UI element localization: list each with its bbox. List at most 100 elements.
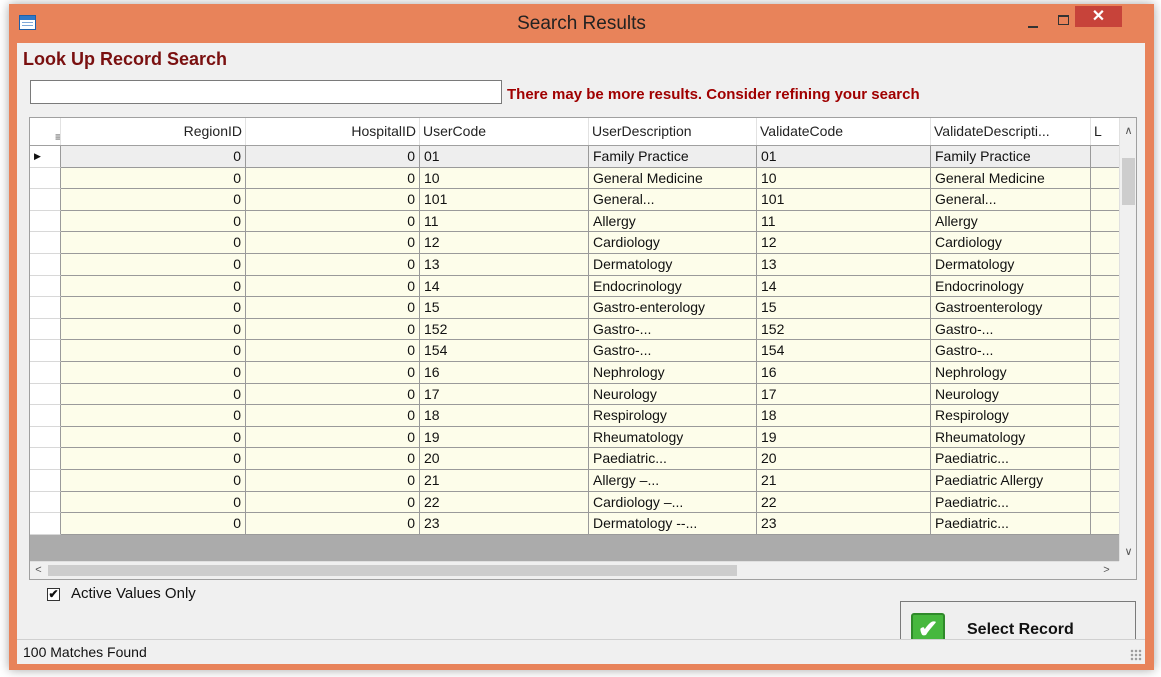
cell-userdescription[interactable]: Respirology [589,405,757,427]
cell-validatedescription[interactable]: Respirology [931,405,1091,427]
table-row[interactable]: 0 0 18 Respirology 18 Respirology [30,405,1119,427]
cell-validatedescription[interactable]: General... [931,189,1091,211]
cell-usercode[interactable]: 01 [420,146,589,168]
cell-validatecode[interactable]: 17 [757,383,931,406]
cell-usercode[interactable]: 16 [420,362,589,384]
cell-userdescription[interactable]: Paediatric... [589,448,757,470]
cell-userdescription[interactable]: Family Practice [589,146,757,168]
cell-regionid[interactable]: 0 [61,383,246,406]
cell-validatecode[interactable]: 154 [757,340,931,362]
cell-userdescription[interactable]: Nephrology [589,362,757,384]
results-grid[interactable]: ≡ RegionID HospitalID UserCode UserDescr… [29,117,1137,580]
cell-regionid[interactable]: 0 [61,146,246,168]
table-row[interactable]: 0 0 11 Allergy 11 Allergy [30,210,1119,233]
maximize-icon[interactable] [1049,10,1077,32]
cell-userdescription[interactable]: Allergy [589,210,757,233]
cell-l[interactable] [1091,319,1119,341]
column-header-l[interactable]: L [1091,118,1119,145]
resize-grip-icon[interactable] [1130,649,1142,661]
cell-regionid[interactable]: 0 [61,210,246,233]
cell-l[interactable] [1091,276,1119,298]
cell-usercode[interactable]: 14 [420,275,589,298]
table-row[interactable]: 0 0 10 General Medicine 10 General Medicine [30,167,1119,190]
cell-l[interactable] [1091,211,1119,233]
cell-hospitalid[interactable]: 0 [246,470,420,492]
row-header[interactable] [30,513,61,535]
cell-usercode[interactable]: 20 [420,448,589,470]
cell-l[interactable] [1091,492,1119,514]
cell-validatedescription[interactable]: Gastro-... [931,318,1091,341]
cell-hospitalid[interactable]: 0 [246,167,420,190]
column-header-userdescription[interactable]: UserDescription [589,118,757,145]
active-values-label[interactable]: Active Values Only [71,585,196,602]
cell-regionid[interactable]: 0 [61,167,246,190]
cell-regionid[interactable]: 0 [61,491,246,514]
cell-userdescription[interactable]: General... [589,189,757,211]
cell-l[interactable] [1091,448,1119,470]
cell-usercode[interactable]: 17 [420,383,589,406]
cell-validatedescription[interactable]: Gastro-... [931,340,1091,362]
cell-validatecode[interactable]: 23 [757,513,931,535]
cell-usercode[interactable]: 11 [420,210,589,233]
cell-usercode[interactable]: 10 [420,167,589,190]
cell-regionid[interactable]: 0 [61,318,246,341]
cell-userdescription[interactable]: Allergy –... [589,470,757,492]
cell-usercode[interactable]: 21 [420,470,589,492]
cell-l[interactable] [1091,405,1119,427]
table-row[interactable]: 0 0 152 Gastro-... 152 Gastro-... [30,318,1119,341]
table-row[interactable]: 0 0 154 Gastro-... 154 Gastro-... [30,340,1119,362]
cell-validatecode[interactable]: 21 [757,470,931,492]
cell-validatecode[interactable]: 10 [757,167,931,190]
cell-l[interactable] [1091,340,1119,362]
column-header-validatecode[interactable]: ValidateCode [757,118,931,145]
cell-userdescription[interactable]: Cardiology [589,232,757,254]
active-values-checkbox[interactable]: ✔ [47,588,60,601]
scroll-down-icon[interactable]: ∨ [1120,545,1136,558]
row-header[interactable] [30,340,61,362]
cell-validatecode[interactable]: 101 [757,189,931,211]
row-header[interactable] [30,254,61,276]
cell-hospitalid[interactable]: 0 [246,254,420,276]
cell-hospitalid[interactable]: 0 [246,297,420,319]
cell-l[interactable] [1091,384,1119,406]
vertical-scroll-thumb[interactable] [1122,158,1135,205]
cell-regionid[interactable]: 0 [61,189,246,211]
cell-hospitalid[interactable]: 0 [246,491,420,514]
cell-usercode[interactable]: 152 [420,318,589,341]
cell-validatedescription[interactable]: Paediatric... [931,513,1091,535]
search-input[interactable] [30,80,502,104]
cell-usercode[interactable]: 23 [420,513,589,535]
cell-userdescription[interactable]: Rheumatology [589,426,757,449]
cell-regionid[interactable]: 0 [61,448,246,470]
table-row[interactable]: 0 0 14 Endocrinology 14 Endocrinology [30,275,1119,298]
row-header[interactable] [30,318,61,341]
cell-regionid[interactable]: 0 [61,470,246,492]
cell-validatecode[interactable]: 11 [757,210,931,233]
cell-validatedescription[interactable]: General Medicine [931,167,1091,190]
cell-validatedescription[interactable]: Dermatology [931,254,1091,276]
cell-hospitalid[interactable]: 0 [246,405,420,427]
table-row[interactable]: 0 0 17 Neurology 17 Neurology [30,383,1119,406]
row-header[interactable] [30,470,61,492]
cell-validatedescription[interactable]: Cardiology [931,232,1091,254]
cell-usercode[interactable]: 22 [420,491,589,514]
cell-userdescription[interactable]: Dermatology [589,254,757,276]
table-row[interactable]: ▶ 0 0 01 Family Practice 01 Family Practice [30,146,1119,168]
cell-validatecode[interactable]: 01 [757,146,931,168]
cell-userdescription[interactable]: Gastro-... [589,340,757,362]
horizontal-scrollbar[interactable]: < > [30,561,1119,579]
cell-hospitalid[interactable]: 0 [246,426,420,449]
row-header[interactable] [30,383,61,406]
cell-usercode[interactable]: 15 [420,297,589,319]
column-header-usercode[interactable]: UserCode [420,118,589,145]
table-row[interactable]: 0 0 15 Gastro-enterology 15 Gastroenterology [30,297,1119,319]
cell-usercode[interactable]: 101 [420,189,589,211]
cell-regionid[interactable]: 0 [61,254,246,276]
table-row[interactable]: 0 0 22 Cardiology –... 22 Paediatric... [30,491,1119,514]
cell-l[interactable] [1091,470,1119,492]
cell-usercode[interactable]: 13 [420,254,589,276]
row-header[interactable]: ▶ [30,146,61,168]
cell-validatecode[interactable]: 19 [757,426,931,449]
column-header-regionid[interactable]: RegionID [61,118,246,145]
cell-hospitalid[interactable]: 0 [246,275,420,298]
